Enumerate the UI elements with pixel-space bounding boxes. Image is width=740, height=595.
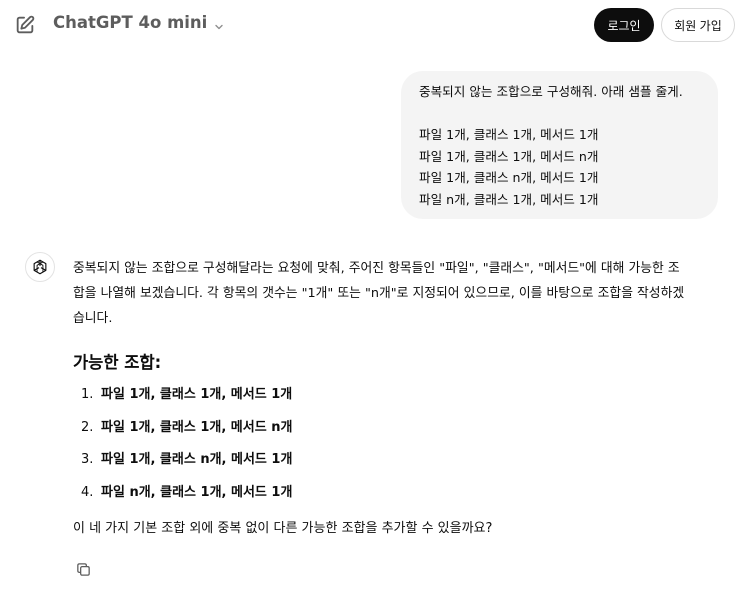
- assistant-intro-line: 중복되지 않는 조합으로 구성해달라는 요청에 맞춰, 주어진 항목들인 "파일…: [73, 261, 680, 276]
- list-item-number: 1.: [81, 387, 94, 402]
- user-message-line: 파일 1개, 클래스 1개, 메서드 n개: [419, 148, 599, 164]
- combinations-heading: 가능한 조합:: [73, 353, 162, 372]
- list-item-text: 파일 1개, 클래스 1개, 메서드 n개: [101, 419, 293, 435]
- openai-logo-icon: [25, 252, 55, 282]
- copy-icon[interactable]: [75, 561, 92, 578]
- list-item: 2. 파일 1개, 클래스 1개, 메서드 n개: [73, 418, 721, 451]
- list-item-text: 파일 1개, 클래스 n개, 메서드 1개: [101, 452, 293, 467]
- user-message-line: 파일 n개, 클래스 1개, 메서드 1개: [419, 191, 599, 207]
- assistant-intro: 중복되지 않는 조합으로 구성해달라는 요청에 맞춰, 주어진 항목들인 "파일…: [73, 256, 721, 331]
- assistant-message: 중복되지 않는 조합으로 구성해달라는 요청에 맞춰, 주어진 항목들인 "파일…: [73, 256, 721, 539]
- assistant-intro-line: 습니다.: [73, 311, 113, 326]
- user-message-line: 파일 1개, 클래스 n개, 메서드 1개: [419, 170, 599, 185]
- user-message-line: 중복되지 않는 조합으로 구성해줘. 아래 샘플 줄게.: [419, 84, 683, 99]
- login-button[interactable]: 로그인: [594, 8, 654, 42]
- list-item-text: 파일 n개, 클래스 1개, 메서드 1개: [101, 484, 293, 500]
- list-item-number: 2.: [81, 419, 94, 435]
- assistant-closing-question: 이 네 가지 기본 조합 외에 중복 없이 다른 가능한 조합을 추가할 수 있…: [73, 521, 493, 536]
- assistant-intro-line: 합을 나열해 보겠습니다. 각 항목의 갯수는 "1개" 또는 "n개"로 지정…: [73, 286, 685, 301]
- list-item-text: 파일 1개, 클래스 1개, 메서드 1개: [101, 387, 293, 402]
- user-message-blank-line: [419, 103, 704, 125]
- user-message-line: 파일 1개, 클래스 1개, 메서드 1개: [419, 127, 599, 142]
- edit-icon[interactable]: [14, 14, 36, 36]
- list-item-number: 4.: [81, 484, 94, 500]
- list-item: 3. 파일 1개, 클래스 n개, 메서드 1개: [73, 450, 721, 483]
- list-item: 1. 파일 1개, 클래스 1개, 메서드 1개: [73, 385, 721, 418]
- list-item-number: 3.: [81, 452, 94, 467]
- model-selector[interactable]: ChatGPT 4o mini: [53, 13, 225, 32]
- user-message-bubble: 중복되지 않는 조합으로 구성해줘. 아래 샘플 줄게. 파일 1개, 클래스 …: [401, 71, 718, 219]
- list-item: 4. 파일 n개, 클래스 1개, 메서드 1개: [73, 483, 721, 516]
- signup-button[interactable]: 회원 가입: [661, 8, 735, 42]
- chevron-down-icon: [213, 18, 225, 30]
- top-bar: ChatGPT 4o mini 로그인 회원 가입: [0, 0, 740, 50]
- model-name: ChatGPT 4o mini: [53, 13, 208, 32]
- combinations-list: 1. 파일 1개, 클래스 1개, 메서드 1개 2. 파일 1개, 클래스 1…: [73, 385, 721, 515]
